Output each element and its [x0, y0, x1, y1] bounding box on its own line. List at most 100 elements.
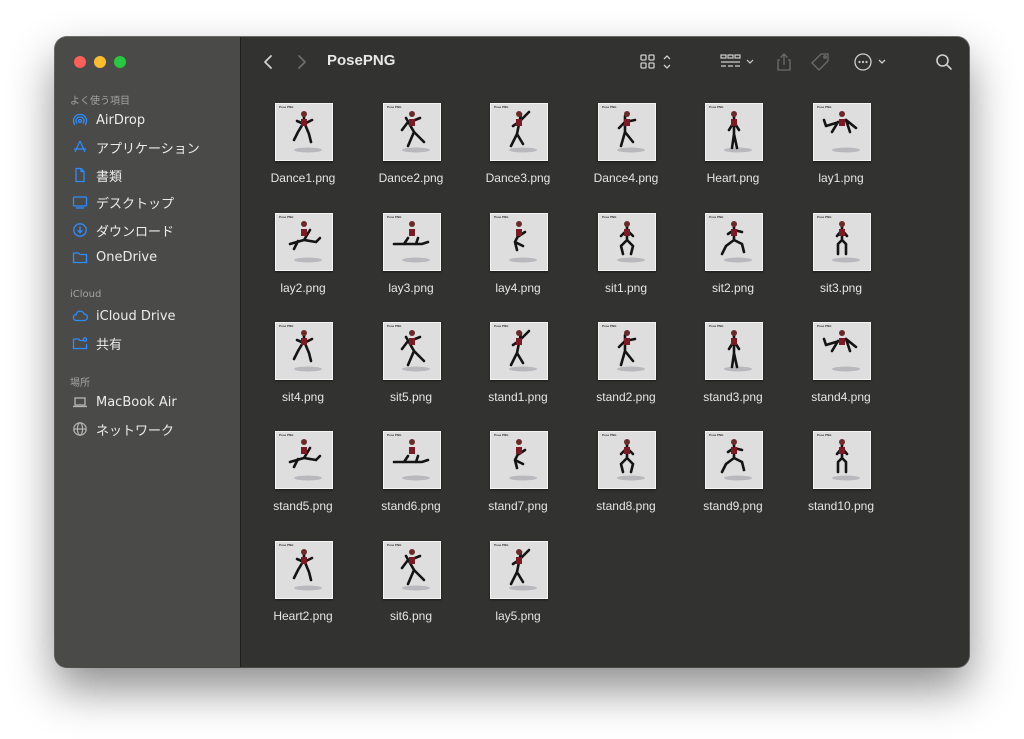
file-item[interactable]: Pose PNG stand2.png: [572, 316, 680, 416]
file-item[interactable]: Pose PNG stand7.png: [464, 425, 572, 525]
downloads-icon: [71, 221, 89, 239]
sidebar-item-network[interactable]: ネットワーク: [65, 417, 230, 441]
file-item[interactable]: Pose PNG lay1.png: [787, 97, 895, 197]
pose-figure-icon: [509, 221, 537, 263]
file-name: Dance3.png: [485, 171, 551, 185]
sidebar-item-icloud-drive[interactable]: iCloud Drive: [65, 304, 230, 328]
file-thumbnail: Pose PNG: [705, 103, 763, 161]
file-item[interactable]: Pose PNG stand8.png: [572, 425, 680, 525]
file-name: stand10.png: [807, 499, 875, 513]
share-button[interactable]: [774, 51, 794, 73]
file-item[interactable]: Pose PNG Heart.png: [679, 97, 787, 197]
sidebar-item-onedrive[interactable]: OneDrive: [65, 245, 230, 269]
group-button[interactable]: [719, 51, 759, 73]
file-item[interactable]: Pose PNG sit4.png: [249, 316, 357, 416]
finder-window: よく使う項目 AirDrop アプリケーション 書類 デスクトップ ダウンロード…: [55, 37, 969, 667]
network-icon: [71, 420, 89, 438]
thumbnail-watermark: Pose PNG: [709, 324, 724, 328]
file-thumbnail: Pose PNG: [383, 431, 441, 489]
file-item[interactable]: Pose PNG stand1.png: [464, 316, 572, 416]
file-item[interactable]: Pose PNG lay2.png: [249, 207, 357, 307]
pose-figure-icon: [822, 111, 860, 153]
pose-figure-icon: [509, 439, 537, 481]
file-name: stand3.png: [703, 390, 763, 404]
thumbnail-watermark: Pose PNG: [279, 324, 294, 328]
sidebar-item-downloads[interactable]: ダウンロード: [65, 218, 230, 242]
close-window-button[interactable]: [74, 56, 86, 68]
thumbnail-watermark: Pose PNG: [279, 105, 294, 109]
file-item[interactable]: Pose PNG stand3.png: [679, 316, 787, 416]
file-item[interactable]: Pose PNG lay4.png: [464, 207, 572, 307]
file-item[interactable]: Pose PNG stand10.png: [787, 425, 895, 525]
thumbnail-watermark: Pose PNG: [602, 324, 617, 328]
file-item[interactable]: Pose PNG lay5.png: [464, 535, 572, 635]
view-mode-button[interactable]: [639, 51, 679, 73]
sidebar-item-documents[interactable]: 書類: [65, 163, 230, 187]
file-item[interactable]: Pose PNG sit2.png: [679, 207, 787, 307]
pose-figure-icon: [617, 111, 645, 153]
forward-button[interactable]: [293, 51, 311, 73]
tag-button[interactable]: [809, 51, 833, 73]
back-button[interactable]: [259, 51, 277, 73]
file-thumbnail: Pose PNG: [383, 103, 441, 161]
sidebar-item-applications[interactable]: アプリケーション: [65, 135, 230, 159]
pose-figure-icon: [724, 330, 752, 372]
file-item[interactable]: Pose PNG sit1.png: [572, 207, 680, 307]
chevron-right-icon: [298, 55, 306, 69]
file-thumbnail: Pose PNG: [705, 213, 763, 271]
cloud-icon: [71, 307, 89, 325]
file-item[interactable]: Pose PNG lay3.png: [357, 207, 465, 307]
file-name: lay2.png: [280, 281, 326, 295]
sidebar-item-macbook-air[interactable]: MacBook Air: [65, 390, 230, 414]
file-name: Dance1.png: [270, 171, 336, 185]
file-item[interactable]: Pose PNG Heart2.png: [249, 535, 357, 635]
sidebar-item-label: 書類: [96, 169, 123, 185]
file-thumbnail: Pose PNG: [490, 431, 548, 489]
thumbnail-watermark: Pose PNG: [817, 324, 832, 328]
sidebar-section-locations: 場所: [70, 378, 90, 389]
pose-figure-icon: [292, 549, 322, 591]
file-item[interactable]: Pose PNG sit3.png: [787, 207, 895, 307]
action-menu-button[interactable]: [853, 51, 889, 73]
zoom-window-button[interactable]: [114, 56, 126, 68]
file-item[interactable]: Pose PNG Dance1.png: [249, 97, 357, 197]
file-item[interactable]: Pose PNG Dance4.png: [572, 97, 680, 197]
thumbnail-watermark: Pose PNG: [387, 324, 402, 328]
search-button[interactable]: [934, 51, 954, 73]
file-item[interactable]: Pose PNG Dance3.png: [464, 97, 572, 197]
file-thumbnail: Pose PNG: [813, 431, 871, 489]
file-name: Dance4.png: [593, 171, 659, 185]
file-item[interactable]: Pose PNG stand5.png: [249, 425, 357, 525]
applications-icon: [71, 138, 89, 156]
minimize-window-button[interactable]: [94, 56, 106, 68]
thumbnail-watermark: Pose PNG: [387, 433, 402, 437]
thumbnail-watermark: Pose PNG: [817, 433, 832, 437]
file-name: Dance2.png: [378, 171, 444, 185]
file-thumbnail: Pose PNG: [705, 322, 763, 380]
thumbnail-watermark: Pose PNG: [602, 105, 617, 109]
file-name: stand6.png: [381, 499, 441, 513]
file-thumbnail: Pose PNG: [383, 322, 441, 380]
sidebar-item-shared[interactable]: 共有: [65, 331, 230, 355]
file-name: stand2.png: [596, 390, 656, 404]
file-item[interactable]: Pose PNG stand6.png: [357, 425, 465, 525]
file-name: stand4.png: [811, 390, 871, 404]
pose-figure-icon: [720, 221, 752, 263]
file-item[interactable]: Pose PNG stand9.png: [679, 425, 787, 525]
file-item[interactable]: Pose PNG sit6.png: [357, 535, 465, 635]
file-item[interactable]: Pose PNG sit5.png: [357, 316, 465, 416]
sidebar-item-airdrop[interactable]: AirDrop: [65, 108, 230, 132]
file-item[interactable]: Pose PNG stand4.png: [787, 316, 895, 416]
file-thumbnail: Pose PNG: [275, 213, 333, 271]
pose-figure-icon: [292, 111, 322, 153]
thumbnail-watermark: Pose PNG: [494, 324, 509, 328]
file-item[interactable]: Pose PNG Dance2.png: [357, 97, 465, 197]
file-thumbnail: Pose PNG: [490, 213, 548, 271]
thumbnail-watermark: Pose PNG: [387, 105, 402, 109]
sidebar-item-desktop[interactable]: デスクトップ: [65, 190, 230, 214]
sidebar-item-label: iCloud Drive: [96, 308, 176, 324]
thumbnail-watermark: Pose PNG: [494, 215, 509, 219]
thumbnail-watermark: Pose PNG: [709, 433, 724, 437]
sidebar-item-label: デスクトップ: [96, 196, 175, 212]
window-title: PosePNG: [327, 52, 396, 69]
